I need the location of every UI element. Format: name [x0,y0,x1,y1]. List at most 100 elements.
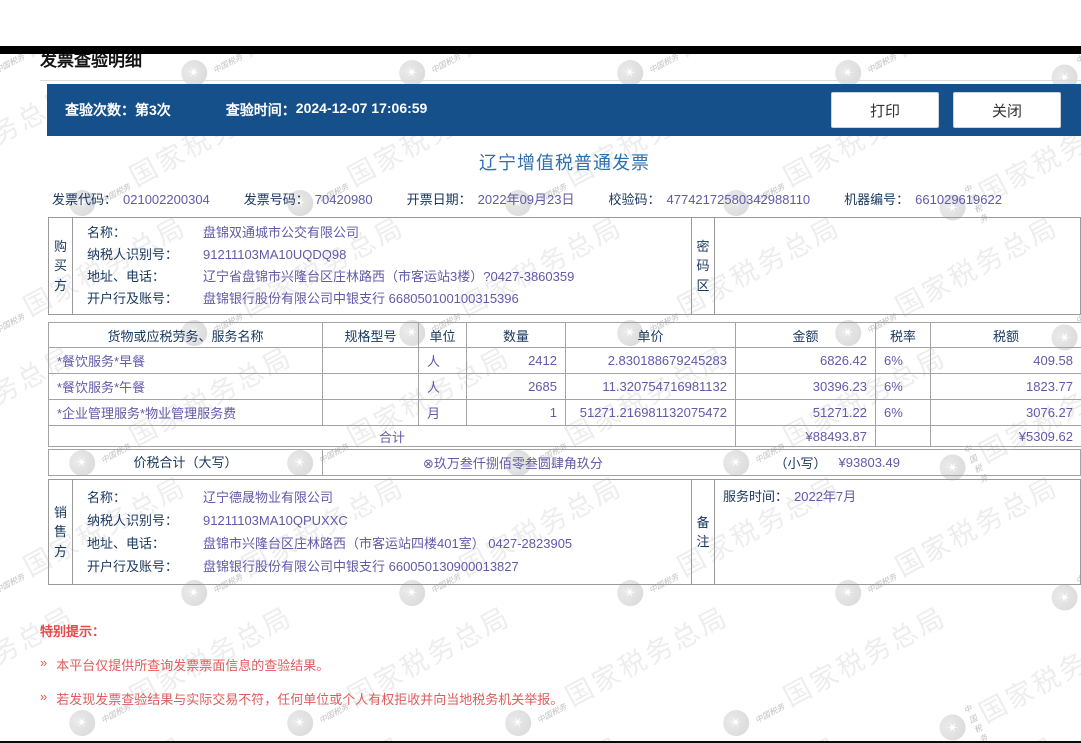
item-row: *餐饮服务*早餐 人 2412 2.830188679245283 6826.4… [49,348,1081,374]
buyer-taxid-value: 91211103MA10UQDQ98 [203,244,346,266]
password-area-label: 密码区 [691,218,715,314]
buyer-address-row: 地址、电话：辽宁省盘锦市兴隆台区庄林路西（市客运站3楼）?0427-386035… [87,266,691,288]
col-header-rate: 税率 [876,323,931,348]
tax-emblem-icon [718,705,753,740]
check-count-value: 第3次 [135,100,171,120]
buyer-bank-label: 开户行及账号： [87,288,203,310]
amount-words-label: 价税合计（大写） [49,450,323,475]
buyer-fields: 名称：盘锦双通城市公交有限公司 纳税人识别号：91211103MA10UQDQ9… [73,218,691,314]
print-button[interactable]: 打印 [831,92,939,128]
seller-address-label: 地址、电话： [87,532,203,555]
buyer-address-label: 地址、电话： [87,266,203,288]
item-name: *企业管理服务*物业管理服务费 [49,400,323,426]
tax-emblem-icon [282,705,317,740]
item-tax: 409.58 [931,348,1081,374]
notices-title: 特别提示： [40,621,1081,640]
check-time: 查验时间： 2024-12-07 17:06:59 [226,100,428,120]
item-unit: 月 [419,400,467,426]
seller-name-value: 辽宁德晟物业有限公司 [203,486,333,509]
item-price: 11.320754716981132 [566,374,736,400]
buyer-name-label: 名称： [87,222,203,244]
item-qty: 2412 [467,348,566,374]
item-name: *餐饮服务*午餐 [49,374,323,400]
password-area-content [715,218,1080,314]
toolbar-buttons: 打印 关闭 [831,92,1061,128]
item-spec [323,374,419,400]
machine-number: 机器编号：661029619622 [844,189,1002,208]
service-time-label: 服务时间： [723,487,788,507]
remark-content: 服务时间： 2022年7月 [715,480,1080,584]
notice-text: 若发现发票查验结果与实际交易不符，任何单位或个人有权拒收并向当地税务机关举报。 [56,689,563,708]
seller-side-label: 销售方 [49,480,73,584]
check-code-label: 校验码： [609,192,661,207]
seller-name-row: 名称：辽宁德晟物业有限公司 [87,486,691,509]
verification-toolbar: 查验次数： 第3次 查验时间： 2024-12-07 17:06:59 打印 关… [47,84,1081,136]
col-header-spec: 规格型号 [323,323,419,348]
seller-bank-value: 盘锦银行股份有限公司中银支行 660050130900013827 [203,555,519,578]
item-price: 2.830188679245283 [566,348,736,374]
col-header-name: 货物或应税劳务、服务名称 [49,323,323,348]
item-amount: 51271.22 [736,400,876,426]
seller-taxid-label: 纳税人识别号： [87,509,203,532]
invoice-code-value: 021002200304 [123,192,210,207]
item-spec [323,348,419,374]
tax-emblem-icon [935,710,970,743]
invoice-number-label: 发票号码： [244,192,309,207]
service-time: 服务时间： 2022年7月 [723,487,1080,507]
invoice-title: 辽宁增值税普通发票 [48,149,1081,175]
amount-words-value: ⊗玖万叁仟捌佰零叁圆肆角玖分 [423,453,603,472]
invoice-verification-page: 发票查验明细 查验次数： 第3次 查验时间： 2024-12-07 17:06:… [0,46,1081,708]
check-code: 校验码： 47742172580342988110 [609,189,811,208]
invoice-code: 发票代码：021002200304 [52,189,210,208]
item-unit: 人 [419,374,467,400]
invoice-number-value: 70420980 [315,192,373,207]
invoice-meta-row: 发票代码：021002200304 发票号码： 70420980 开票日期：202… [48,189,1081,208]
total-rate-empty [876,426,931,447]
tax-emblem-icon [64,705,99,740]
item-tax: 3076.27 [931,400,1081,426]
item-row: *企业管理服务*物业管理服务费 月 1 51271.21698113207547… [49,400,1081,426]
col-header-amount: 金额 [736,323,876,348]
item-unit: 人 [419,348,467,374]
buyer-side-label: 购买方 [49,218,73,314]
item-name: *餐饮服务*早餐 [49,348,323,374]
item-qty: 1 [467,400,566,426]
check-count-label: 查验次数： [65,100,135,120]
buyer-bank-value: 盘锦银行股份有限公司中银支行 668050100100315396 [203,288,519,310]
seller-bank-label: 开户行及账号： [87,555,203,578]
amount-numeric-value: ¥93803.49 [839,455,900,470]
col-header-tax: 税额 [931,323,1081,348]
invoice-date: 开票日期：2022年09月23日 [407,189,575,208]
watermark-subtext: 中国税务 [962,703,990,743]
close-button[interactable]: 关闭 [953,92,1061,128]
bullet-icon: » [40,655,47,674]
item-rate: 6% [876,348,931,374]
check-time-value: 2024-12-07 17:06:59 [296,100,428,120]
check-code-value: 47742172580342988110 [667,192,811,207]
invoice-date-value: 2022年09月23日 [478,192,575,207]
amount-numeric-label: （小写） [775,453,827,472]
item-rate: 6% [876,400,931,426]
item-price: 51271.216981132075472 [566,400,736,426]
total-label: 合计 [49,426,736,447]
notice-item: » 若发现发票查验结果与实际交易不符，任何单位或个人有权拒收并向当地税务机关举报… [40,689,1081,708]
seller-address-row: 地址、电话：盘锦市兴隆台区庄林路西（市客运站四楼401室） 0427-28239… [87,532,691,555]
check-count: 查验次数： 第3次 [65,100,171,120]
buyer-address-value: 辽宁省盘锦市兴隆台区庄林路西（市客运站3楼）?0427-3860359 [203,266,574,288]
header-divider [40,80,1081,81]
seller-section: 销售方 名称：辽宁德晟物业有限公司 纳税人识别号：91211103MA10QPU… [48,479,1081,585]
col-header-price: 单价 [566,323,736,348]
tax-emblem-icon [500,705,535,740]
buyer-bank-row: 开户行及账号：盘锦银行股份有限公司中银支行 668050100100315396 [87,288,691,310]
item-rate: 6% [876,374,931,400]
col-header-qty: 数量 [467,323,566,348]
notice-text: 本平台仅提供所查询发票票面信息的查验结果。 [56,655,329,674]
total-amount: ¥88493.87 [736,426,876,447]
seller-taxid-value: 91211103MA10QPUXXC [203,509,348,532]
item-row: *餐饮服务*午餐 人 2685 11.320754716981132 30396… [49,374,1081,400]
item-amount: 6826.42 [736,348,876,374]
buyer-taxid-row: 纳税人识别号：91211103MA10UQDQ98 [87,244,691,266]
invoice-number: 发票号码： 70420980 [244,189,373,208]
buyer-name-value: 盘锦双通城市公交有限公司 [203,222,359,244]
buyer-section: 购买方 名称：盘锦双通城市公交有限公司 纳税人识别号：91211103MA10U… [48,217,1081,315]
